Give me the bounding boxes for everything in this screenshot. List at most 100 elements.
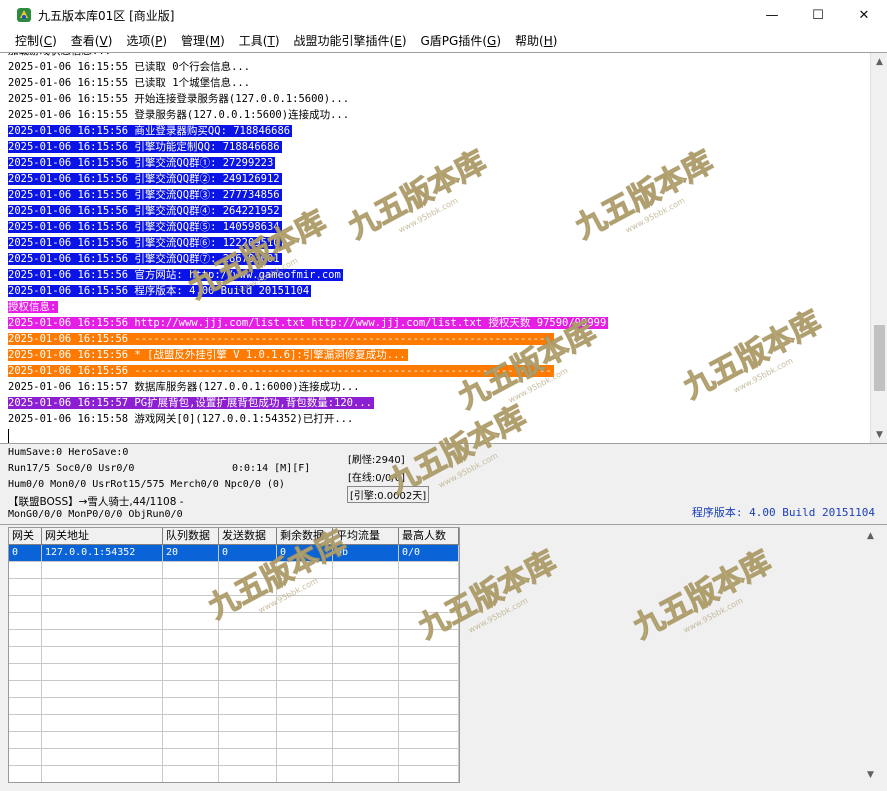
table-row[interactable]: [9, 596, 459, 613]
log-line: 2025-01-06 16:15:56 引擎功能定制QQ: 718846686: [8, 139, 858, 155]
table-row[interactable]: [9, 664, 459, 681]
log-text: 2025-01-06 16:15:56 引擎功能定制QQ: 718846686: [8, 141, 282, 153]
column-header[interactable]: 网关地址: [42, 528, 163, 545]
table-cell: [9, 698, 42, 715]
log-text: 2025-01-06 16:15:56 官方网站: http://www.gam…: [8, 269, 343, 281]
menu-control[interactable]: 控制(C): [8, 31, 64, 51]
table-cell: [399, 749, 459, 766]
table-cell: [42, 749, 163, 766]
table-cell: [9, 749, 42, 766]
menu-engine-plugin[interactable]: 战盟功能引擎插件(E): [287, 31, 414, 51]
log-line: 2025-01-06 16:15:56 引擎交流QQ群①: 27299223: [8, 155, 858, 171]
table-cell: [9, 596, 42, 613]
log-panel[interactable]: 加载游戏状态信息... 2025-01-06 16:15:55 已读取 0个行会信…: [0, 52, 887, 444]
table-row[interactable]: [9, 715, 459, 732]
table-row[interactable]: 0 127.0.0.1:54352 20 0 0 0b 0/0: [9, 545, 459, 562]
column-header[interactable]: 最高人数: [399, 528, 459, 545]
menu-tools[interactable]: 工具(T): [232, 31, 287, 51]
log-scrollbar[interactable]: ▲ ▼: [870, 53, 887, 443]
table-cell: [9, 715, 42, 732]
log-text: 2025-01-06 16:15:56 引擎交流QQ群⑥: 122209510: [8, 237, 282, 249]
table-cell: [399, 715, 459, 732]
menu-bar: 控制(C) 查看(V) 选项(P) 管理(M) 工具(T) 战盟功能引擎插件(E…: [0, 30, 887, 52]
table-cell: [42, 613, 163, 630]
log-text: 2025-01-06 16:15:56 引擎交流QQ群①: 27299223: [8, 157, 276, 169]
log-line: 2025-01-06 16:15:56 引擎交流QQ群④: 264221952: [8, 203, 858, 219]
table-cell: [42, 698, 163, 715]
table-row[interactable]: [9, 766, 459, 782]
maximize-button[interactable]: ☐: [795, 0, 841, 30]
table-cell: [277, 715, 333, 732]
table-cell: [277, 664, 333, 681]
table-cell: [333, 681, 399, 698]
menu-accelerator: V: [99, 34, 108, 48]
table-cell: [9, 664, 42, 681]
log-text: 2025-01-06 16:15:56 引擎交流QQ群④: 264221952: [8, 205, 282, 217]
table-cell: [333, 664, 399, 681]
menu-label: 管理: [181, 34, 206, 48]
column-header[interactable]: 队列数据: [163, 528, 219, 545]
log-lines: 加载游戏状态信息... 2025-01-06 16:15:55 已读取 0个行会信…: [8, 53, 858, 443]
menu-label: G盾PG插件: [420, 34, 483, 48]
log-line: 2025-01-06 16:15:55 已读取 0个行会信息...: [8, 59, 858, 75]
scroll-up-icon[interactable]: ▲: [862, 527, 879, 544]
table-cell: [399, 647, 459, 664]
menu-manage[interactable]: 管理(M): [174, 31, 232, 51]
table-cell: [399, 596, 459, 613]
log-line: 2025-01-06 16:15:55 开始连接登录服务器(127.0.0.1:…: [8, 91, 858, 107]
column-header[interactable]: 剩余数据: [277, 528, 333, 545]
table-cell: [277, 732, 333, 749]
table-cell: [163, 681, 219, 698]
menu-label: 帮助: [515, 34, 540, 48]
table-row[interactable]: [9, 579, 459, 596]
minimize-button[interactable]: —: [749, 0, 795, 30]
monster-status: MonG0/0/0 MonP0/0/0 ObjRun0/0: [8, 509, 183, 520]
run-status: Run17/5 Soc0/0 Usr0/0: [8, 463, 135, 474]
column-header[interactable]: 平均流量: [333, 528, 399, 545]
scroll-up-icon[interactable]: ▲: [871, 53, 887, 70]
menu-help[interactable]: 帮助(H): [508, 31, 564, 51]
table-cell: [219, 579, 277, 596]
log-text: 2025-01-06 16:15:55 已读取 0个行会信息...: [8, 61, 251, 73]
table-cell: [163, 562, 219, 579]
column-header[interactable]: 发送数据: [219, 528, 277, 545]
gate-table[interactable]: 网关 网关地址 队列数据 发送数据 剩余数据 平均流量 最高人数 0 127.0.0.1:543…: [8, 527, 460, 783]
gate-panel-scrollbar[interactable]: ▲ ▼: [862, 527, 879, 783]
log-line: 授权信息:: [8, 299, 858, 315]
menu-view[interactable]: 查看(V): [64, 31, 120, 51]
scroll-down-icon[interactable]: ▼: [871, 426, 887, 443]
scroll-thumb[interactable]: [874, 325, 885, 391]
table-row[interactable]: [9, 681, 459, 698]
close-button[interactable]: ✕: [841, 0, 887, 30]
log-line: 2025-01-06 16:15:55 登录服务器(127.0.0.1:5600…: [8, 107, 858, 123]
table-cell: [277, 630, 333, 647]
table-cell: [399, 579, 459, 596]
log-text: 2025-01-06 16:15:56 引擎交流QQ群②: 249126912: [8, 173, 282, 185]
table-cell: [277, 766, 333, 782]
column-header[interactable]: 网关: [9, 528, 42, 545]
table-cell: [277, 698, 333, 715]
log-text: 2025-01-06 16:15:57 PG扩展背包,设置扩展背包成功,背包数量…: [8, 397, 374, 409]
log-line: 2025-01-06 16:15:55 已读取 1个城堡信息...: [8, 75, 858, 91]
table-cell: [333, 766, 399, 782]
table-row[interactable]: [9, 562, 459, 579]
table-row[interactable]: [9, 613, 459, 630]
table-row[interactable]: [9, 732, 459, 749]
table-cell: [277, 749, 333, 766]
table-cell: [163, 664, 219, 681]
table-cell: [399, 562, 459, 579]
table-row[interactable]: [9, 647, 459, 664]
menu-gshield-plugin[interactable]: G盾PG插件(G): [414, 31, 509, 51]
menu-label: 工具: [238, 34, 263, 48]
log-text: 加载游戏状态信息...: [8, 53, 113, 57]
table-cell: [399, 664, 459, 681]
table-row[interactable]: [9, 749, 459, 766]
table-cell: [42, 664, 163, 681]
scroll-down-icon[interactable]: ▼: [862, 766, 879, 783]
table-row[interactable]: [9, 698, 459, 715]
log-text: 2025-01-06 16:15:56 引擎交流QQ群③: 277734856: [8, 189, 282, 201]
table-row[interactable]: [9, 630, 459, 647]
log-text: 2025-01-06 16:15:56 引擎交流QQ群⑤: 140598634: [8, 221, 282, 233]
menu-options[interactable]: 选项(P): [119, 31, 174, 51]
table-cell: [42, 562, 163, 579]
